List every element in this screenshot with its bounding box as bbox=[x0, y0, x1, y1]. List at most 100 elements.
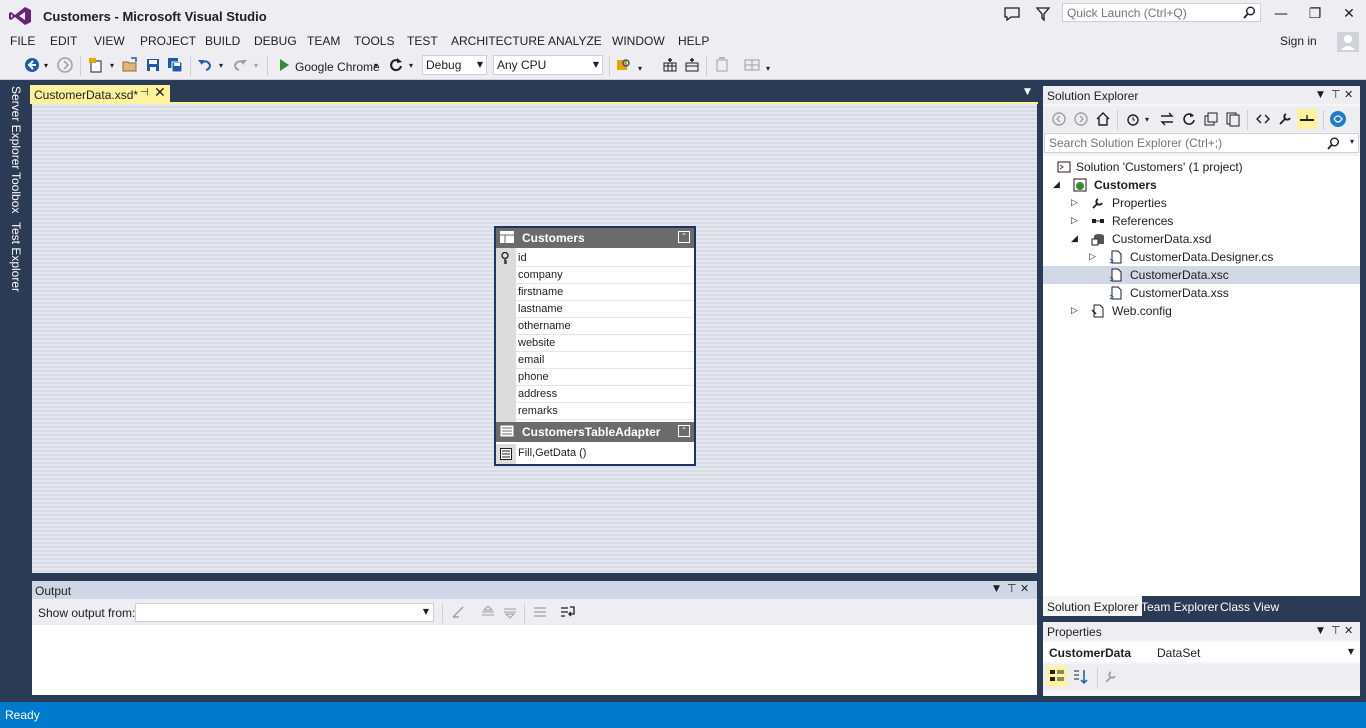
menu-project[interactable]: PROJECT bbox=[140, 34, 196, 48]
expanded-arrow-icon[interactable]: ◢ bbox=[1053, 176, 1060, 194]
server-explorer-tab[interactable]: Server Explorer bbox=[9, 86, 23, 169]
tab-solution-explorer[interactable]: Solution Explorer bbox=[1043, 596, 1143, 616]
categorized-button[interactable] bbox=[1047, 666, 1067, 686]
add-table-icon[interactable] bbox=[662, 57, 678, 73]
undo-dropdown-icon[interactable]: ▾ bbox=[219, 61, 223, 70]
column-row[interactable]: firstname bbox=[516, 284, 694, 301]
close-icon[interactable]: ✕ bbox=[154, 85, 166, 101]
home-icon[interactable] bbox=[1095, 111, 1111, 127]
filter-icon[interactable] bbox=[1034, 6, 1052, 22]
find-in-files-icon[interactable] bbox=[616, 57, 632, 73]
tree-item-project[interactable]: ◢ Customers bbox=[1043, 176, 1360, 194]
collapsed-arrow-icon[interactable]: ▷ bbox=[1071, 302, 1078, 320]
menu-view[interactable]: VIEW bbox=[94, 34, 125, 48]
sync-with-active-document-icon[interactable] bbox=[1159, 111, 1175, 127]
menu-analyze[interactable]: ANALYZE bbox=[548, 34, 602, 48]
collapse-all-icon[interactable] bbox=[1203, 111, 1219, 127]
back-dropdown-icon[interactable]: ▾ bbox=[44, 61, 48, 70]
pin-icon[interactable]: ⊤ bbox=[1331, 88, 1341, 101]
test-explorer-tab[interactable]: Test Explorer bbox=[9, 222, 23, 292]
toolbar-overflow-icon[interactable]: ▾ bbox=[766, 64, 770, 73]
chevron-down-icon[interactable]: ▼ bbox=[1317, 90, 1324, 100]
toolbox-tab[interactable]: Toolbox bbox=[9, 172, 23, 213]
properties-wrench-icon[interactable] bbox=[1277, 111, 1293, 127]
word-wrap-icon[interactable] bbox=[560, 604, 576, 620]
navigate-back-icon[interactable] bbox=[24, 57, 40, 73]
chevron-down-icon[interactable]: ▼ bbox=[993, 584, 1000, 594]
column-row[interactable]: lastname bbox=[516, 301, 694, 318]
close-icon[interactable]: ✕ bbox=[1344, 624, 1353, 637]
collapse-icon[interactable]: ⌃ bbox=[678, 231, 690, 243]
clear-all-icon[interactable] bbox=[532, 604, 548, 620]
find-message-icon[interactable] bbox=[450, 604, 466, 620]
menu-edit[interactable]: EDIT bbox=[50, 34, 77, 48]
menu-team[interactable]: TEAM bbox=[307, 34, 340, 48]
next-message-icon[interactable] bbox=[502, 604, 518, 620]
search-icon[interactable] bbox=[1243, 6, 1256, 19]
account-avatar[interactable] bbox=[1337, 32, 1359, 52]
collapsed-arrow-icon[interactable]: ▷ bbox=[1089, 248, 1096, 266]
quick-launch-box[interactable] bbox=[1062, 3, 1261, 22]
column-row[interactable]: remarks bbox=[516, 403, 694, 420]
add-query-icon[interactable] bbox=[684, 57, 700, 73]
forward-icon[interactable] bbox=[1073, 111, 1089, 127]
close-window-button[interactable]: ✕ bbox=[1332, 4, 1366, 24]
tab-team-explorer[interactable]: Team Explorer bbox=[1141, 600, 1218, 614]
run-target-dropdown-icon[interactable]: ▾ bbox=[374, 61, 378, 70]
save-all-icon[interactable] bbox=[167, 57, 183, 73]
document-tab[interactable]: CustomerData.xsd* ⊣ ✕ bbox=[30, 85, 170, 103]
quick-launch-input[interactable] bbox=[1063, 4, 1233, 21]
previous-message-icon[interactable] bbox=[480, 604, 496, 620]
tree-item-xsc[interactable]: CustomerData.xsc bbox=[1043, 266, 1360, 284]
restore-button[interactable]: ❐ bbox=[1298, 4, 1332, 24]
collapse-icon[interactable]: ⌃ bbox=[678, 425, 690, 437]
menu-help[interactable]: HELP bbox=[678, 34, 709, 48]
refresh-dropdown-icon[interactable]: ▾ bbox=[409, 61, 413, 70]
datatable-customers[interactable]: Customers ⌃ id company firstname lastnam… bbox=[494, 226, 696, 466]
column-row[interactable]: othername bbox=[516, 318, 694, 335]
menu-file[interactable]: FILE bbox=[10, 34, 35, 48]
pin-icon[interactable]: ⊤ bbox=[1331, 624, 1341, 637]
collapsed-arrow-icon[interactable]: ▷ bbox=[1071, 212, 1078, 230]
undo-icon[interactable] bbox=[197, 57, 213, 73]
refresh-icon[interactable] bbox=[388, 57, 404, 73]
menu-build[interactable]: BUILD bbox=[205, 34, 240, 48]
menu-debug[interactable]: DEBUG bbox=[254, 34, 297, 48]
open-file-icon[interactable] bbox=[122, 57, 138, 73]
browser-link-icon[interactable] bbox=[1329, 110, 1347, 128]
datatable-header[interactable]: Customers ⌃ bbox=[496, 228, 694, 248]
tree-item-web-config[interactable]: ▷ Web.config bbox=[1043, 302, 1360, 320]
tree-item-solution[interactable]: Solution 'Customers' (1 project) bbox=[1043, 158, 1360, 176]
chevron-down-icon[interactable]: ▼ bbox=[1317, 626, 1324, 636]
start-debugging-icon[interactable] bbox=[276, 57, 292, 73]
alphabetical-sort-icon[interactable] bbox=[1072, 668, 1090, 686]
view-code-icon[interactable] bbox=[1255, 111, 1271, 127]
tree-item-xss[interactable]: CustomerData.xss bbox=[1043, 284, 1360, 302]
grid-layout-icon[interactable] bbox=[744, 57, 760, 73]
refresh-icon[interactable] bbox=[1181, 111, 1197, 127]
tree-item-designer-cs[interactable]: ▷ CustomerData.Designer.cs bbox=[1043, 248, 1360, 266]
column-row[interactable]: website bbox=[516, 335, 694, 352]
close-icon[interactable]: ✕ bbox=[1344, 88, 1353, 101]
pin-icon[interactable]: ⊣ bbox=[140, 87, 149, 98]
menu-test[interactable]: TEST bbox=[407, 34, 438, 48]
collapsed-arrow-icon[interactable]: ▷ bbox=[1071, 194, 1078, 212]
find-dropdown-icon[interactable]: ▾ bbox=[638, 64, 642, 73]
close-icon[interactable]: ✕ bbox=[1020, 582, 1029, 595]
column-row[interactable]: address bbox=[516, 386, 694, 403]
filter-dropdown-icon[interactable]: ▾ bbox=[1145, 115, 1149, 124]
run-target-label[interactable]: Google Chrome bbox=[295, 60, 380, 74]
tree-item-properties[interactable]: ▷ Properties bbox=[1043, 194, 1360, 212]
column-row[interactable]: company bbox=[516, 267, 694, 284]
redo-icon[interactable] bbox=[232, 57, 248, 73]
output-source-select[interactable]: ▼ bbox=[135, 603, 434, 622]
pin-icon[interactable]: ⊤ bbox=[1007, 582, 1017, 595]
tree-item-references[interactable]: ▷ References bbox=[1043, 212, 1360, 230]
properties-object-selector[interactable]: CustomerData DataSet ▼ bbox=[1043, 642, 1360, 662]
chevron-down-icon[interactable]: ▼ bbox=[1024, 87, 1031, 97]
sign-in-link[interactable]: Sign in bbox=[1280, 34, 1317, 48]
new-project-icon[interactable] bbox=[88, 57, 104, 73]
tableadapter-query-row[interactable]: Fill,GetData () bbox=[496, 444, 694, 464]
menu-window[interactable]: WINDOW bbox=[612, 34, 665, 48]
menu-architecture[interactable]: ARCHITECTURE bbox=[451, 34, 545, 48]
